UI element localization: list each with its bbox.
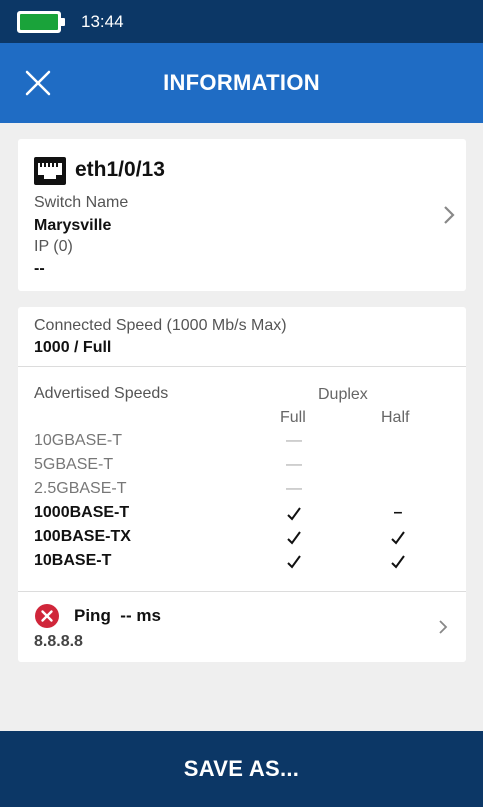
divider xyxy=(18,366,466,367)
speed-name: 10GBASE-T xyxy=(34,432,123,449)
ip-value: -- xyxy=(34,260,45,277)
connected-speed-value: 1000 / Full xyxy=(34,339,112,356)
check-icon xyxy=(284,506,304,522)
ping-target: 8.8.8.8 xyxy=(34,633,83,650)
ip-label: IP (0) xyxy=(34,238,73,255)
check-icon xyxy=(284,554,304,570)
full-column-header: Full xyxy=(280,409,306,426)
speed-name: 10BASE-T xyxy=(34,552,112,569)
speed-name: 1000BASE-T xyxy=(34,504,130,521)
ping-label: Ping -- ms xyxy=(74,606,161,625)
full-duplex-dash: — xyxy=(286,480,302,497)
speed-name: 2.5GBASE-T xyxy=(34,480,127,497)
battery-icon xyxy=(17,11,65,33)
full-duplex-dash: — xyxy=(286,456,302,473)
port-card[interactable]: eth1/0/13 Switch Name Marysville IP (0) … xyxy=(18,139,466,291)
full-duplex-dash: — xyxy=(286,432,302,449)
speed-name: 5GBASE-T xyxy=(34,456,114,473)
speed-card: Connected Speed (1000 Mb/s Max) 1000 / F… xyxy=(18,307,466,662)
half-column-header: Half xyxy=(381,409,410,426)
switch-name-label: Switch Name xyxy=(34,194,129,211)
page-title: INFORMATION xyxy=(163,70,320,95)
chevron-right-icon[interactable] xyxy=(438,619,448,635)
check-icon xyxy=(284,530,304,546)
close-button[interactable] xyxy=(22,67,54,99)
advertised-speeds-label: Advertised Speeds xyxy=(34,385,169,402)
duplex-header: Duplex xyxy=(318,386,368,403)
half-duplex-dash: – xyxy=(393,504,403,521)
status-time: 13:44 xyxy=(81,12,124,31)
check-icon xyxy=(388,530,408,546)
port-name: eth1/0/13 xyxy=(75,158,165,181)
status-bar: 13:44 xyxy=(0,0,483,43)
save-as-button[interactable]: SAVE AS... xyxy=(0,731,483,807)
divider xyxy=(18,591,466,592)
ethernet-port-icon xyxy=(34,157,66,185)
speed-name: 100BASE-TX xyxy=(34,528,131,545)
chevron-right-icon[interactable] xyxy=(442,205,456,225)
switch-name-value: Marysville xyxy=(34,217,112,234)
close-icon xyxy=(25,70,51,96)
connected-speed-label: Connected Speed (1000 Mb/s Max) xyxy=(34,317,287,334)
error-icon xyxy=(35,604,59,628)
check-icon xyxy=(388,554,408,570)
title-bar: INFORMATION xyxy=(0,43,483,123)
